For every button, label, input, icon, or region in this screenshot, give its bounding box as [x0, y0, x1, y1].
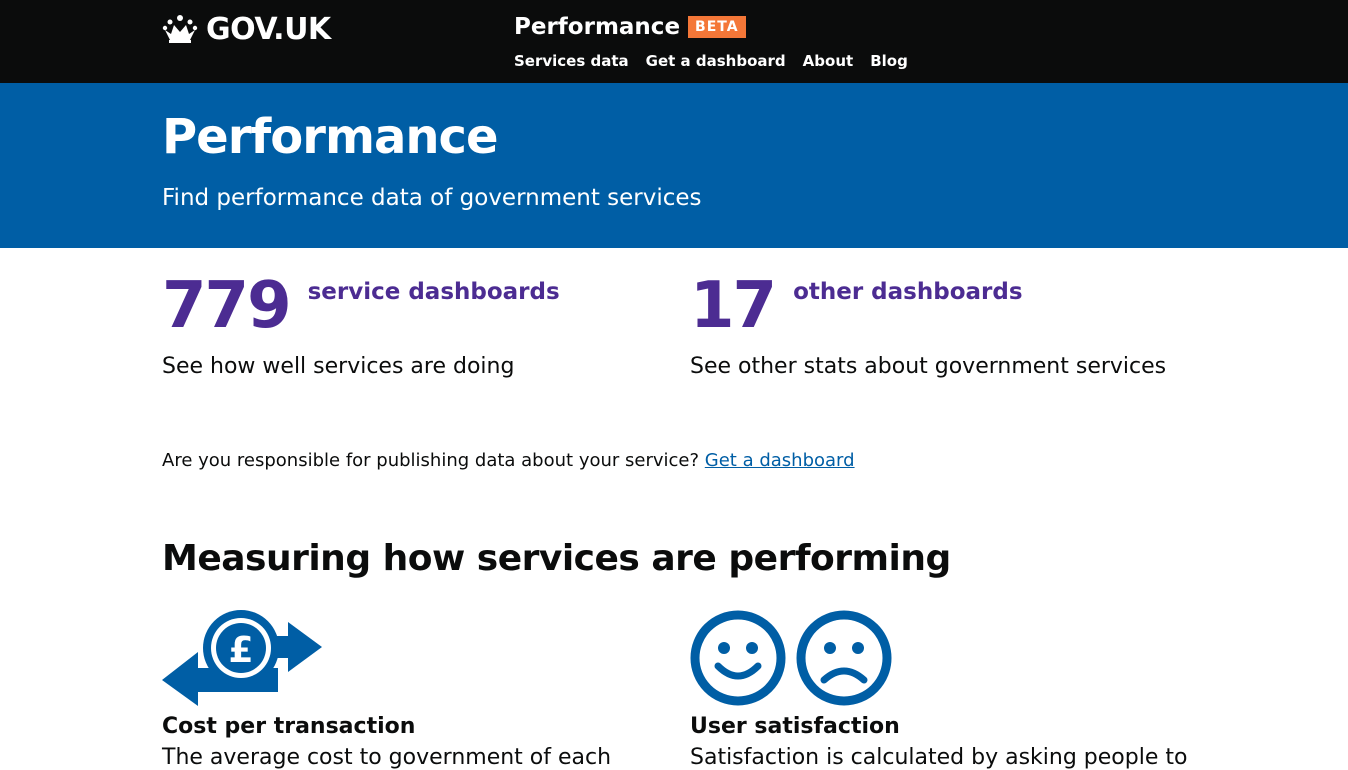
- hero-banner: Performance Find performance data of gov…: [0, 83, 1348, 248]
- sad-face-icon: [796, 610, 892, 706]
- page-title: Performance: [162, 109, 499, 165]
- product-name-link[interactable]: Performance: [514, 14, 680, 40]
- service-dashboards-count: 779: [162, 269, 292, 343]
- nav-about[interactable]: About: [803, 52, 854, 70]
- site-header: GOV.UK Performance BETA Services data Ge…: [0, 0, 1348, 83]
- other-dashboards-stat: 17 other dashboards See other stats abou…: [690, 270, 1210, 379]
- govuk-logo-link[interactable]: GOV.UK: [162, 10, 331, 48]
- section-heading: Measuring how services are performing: [162, 538, 951, 579]
- pound-exchange-icon: £: [162, 610, 322, 706]
- other-dashboards-count: 17: [690, 269, 777, 343]
- publishing-prompt-text: Are you responsible for publishing data …: [162, 450, 700, 471]
- user-satisfaction-card: User satisfaction Satisfaction is calcul…: [690, 610, 1190, 770]
- service-dashboards-stat: 779 service dashboards See how well serv…: [162, 270, 682, 379]
- publishing-prompt: Are you responsible for publishing data …: [162, 450, 855, 471]
- nav-get-a-dashboard[interactable]: Get a dashboard: [646, 52, 786, 70]
- page-subtitle: Find performance data of government serv…: [162, 185, 702, 211]
- service-dashboards-description: See how well services are doing: [162, 354, 515, 379]
- logo-text: GOV.UK: [206, 11, 331, 47]
- user-satisfaction-description: Satisfaction is calculated by asking peo…: [690, 745, 1188, 770]
- smiley-face-icon: [690, 610, 786, 706]
- cost-per-transaction-title: Cost per transaction: [162, 714, 416, 739]
- cost-per-transaction-description: The average cost to government of each: [162, 745, 612, 770]
- other-dashboards-link[interactable]: other dashboards: [793, 279, 1022, 305]
- service-dashboards-link[interactable]: service dashboards: [308, 279, 560, 305]
- other-dashboards-description: See other stats about government service…: [690, 354, 1167, 379]
- nav-services-data[interactable]: Services data: [514, 52, 629, 70]
- cost-per-transaction-card: £ Cost per transaction The average cost …: [162, 610, 662, 770]
- product-title: Performance BETA: [514, 14, 746, 40]
- nav-blog[interactable]: Blog: [870, 52, 908, 70]
- svg-text:£: £: [228, 630, 253, 671]
- beta-badge: BETA: [688, 16, 746, 38]
- user-satisfaction-title: User satisfaction: [690, 714, 900, 739]
- get-a-dashboard-link[interactable]: Get a dashboard: [705, 450, 855, 471]
- crown-icon: [162, 15, 198, 43]
- primary-nav: Services data Get a dashboard About Blog: [514, 52, 908, 70]
